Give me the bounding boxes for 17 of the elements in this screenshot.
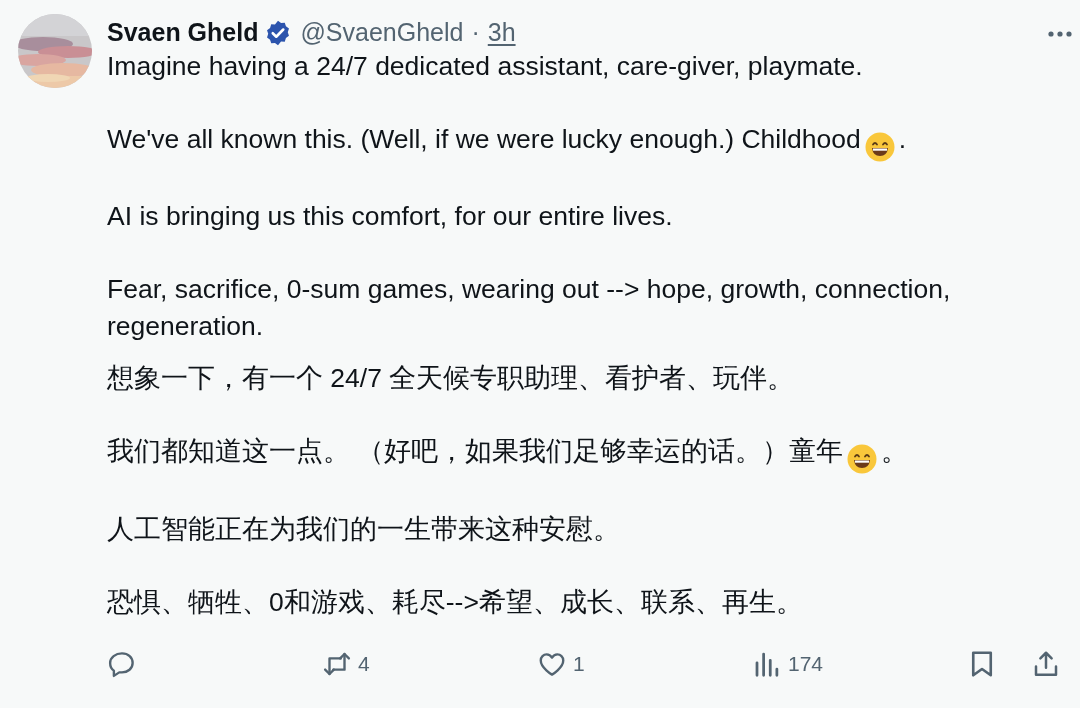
author-handle[interactable]: @SvaenGheld [300,14,464,52]
punctuation-mark: 。 [881,436,909,466]
post-paragraph: 恐惧、牺牲、0和游戏、耗尽-->希望、成长、联系、再生。 [107,585,804,619]
post-paragraph: We've all known this. (Well, if we were lucky enough.) Childhood [107,123,861,154]
post-paragraph: 人工智能正在为我们的一生带来这种安慰。 [107,512,621,546]
separator-dot: · [471,17,480,48]
author-name[interactable]: Svaen Gheld [107,14,259,52]
post-paragraph: Fear, sacrifice, 0-sum games, wearing out --> hope, growth, connection, regeneration. [107,273,952,343]
post-paragraph: Imagine having a 24/7 dedicated assistant, care-giver, playmate. [107,49,864,83]
repost-count[interactable]: 4 [358,648,370,680]
views-count[interactable]: 174 [788,648,824,680]
post-paragraph: 想象一下，有一个 24/7 全天候专职助理、看护者、玩伴。 [107,362,796,395]
like-count[interactable]: 1 [573,648,585,680]
punctuation-mark: . [898,123,907,154]
post-paragraph: 我们都知道这一点。 （好吧，如果我们足够幸运的话。）童年 [107,436,844,466]
post-time[interactable]: 3h [487,14,516,52]
post-paragraph: AI is bringing us this comfort, for our entire lives. [107,200,674,233]
